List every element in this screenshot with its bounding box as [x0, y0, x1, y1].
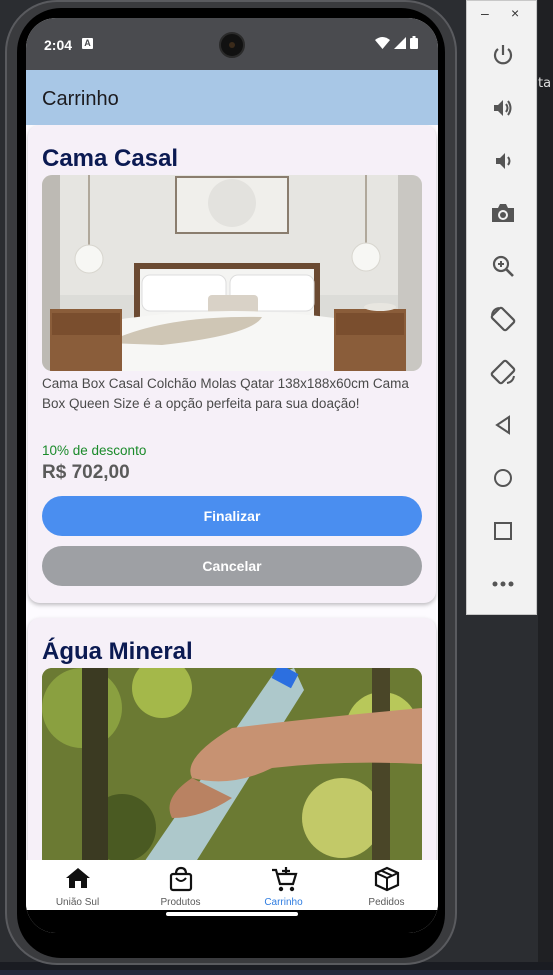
water-bottle-image — [42, 668, 422, 860]
nav-label: União Sul — [55, 897, 100, 908]
status-bar: 2:04 A — [26, 18, 438, 70]
camera-icon — [492, 204, 514, 222]
home-circle-icon — [494, 469, 512, 487]
wifi-icon — [375, 36, 390, 49]
app-bar: Carrinho — [26, 70, 438, 125]
cart-item-card: Água Mineral — [28, 618, 436, 860]
background-text-snippet: ta — [538, 76, 552, 91]
power-icon — [493, 45, 513, 65]
product-photo-bedroom — [42, 175, 422, 371]
back-button[interactable] — [489, 411, 517, 439]
notification-a-icon: A — [82, 38, 93, 49]
back-icon — [495, 415, 510, 435]
overview-button[interactable] — [489, 517, 517, 545]
rotate-right-button[interactable] — [489, 358, 517, 386]
status-icons — [375, 36, 418, 49]
zoom-icon — [492, 255, 514, 277]
nav-label: Pedidos — [368, 897, 405, 908]
cart-list[interactable]: Cama Casal Cama Box Casal Colchão Molas … — [26, 125, 438, 860]
volume-down-button[interactable] — [489, 147, 517, 175]
product-price: R$ 702,00 — [42, 462, 130, 483]
battery-icon — [410, 36, 418, 49]
volume-up-icon — [494, 100, 512, 116]
close-button[interactable]: × — [511, 5, 519, 21]
nav-label: Produtos — [160, 897, 201, 908]
page-title: Carrinho — [42, 88, 119, 110]
rotate-left-icon — [490, 306, 516, 332]
nav-item-uniao-sul[interactable]: União Sul — [26, 860, 129, 910]
volume-down-icon — [496, 153, 511, 169]
product-name: Cama Casal — [42, 145, 179, 172]
bottom-navigation: União Sul Produtos Carrinho Pedidos — [26, 860, 438, 910]
rotate-right-icon — [490, 359, 516, 385]
zoom-button[interactable] — [489, 252, 517, 280]
rotate-left-button[interactable] — [489, 305, 517, 333]
shopping-bag-icon — [169, 866, 192, 892]
background-window-strip: ta — [538, 0, 553, 975]
overview-icon — [494, 522, 512, 540]
front-camera — [219, 32, 245, 58]
home-button[interactable] — [489, 464, 517, 492]
minimize-button[interactable]: – — [481, 5, 489, 21]
phone-screen: 2:04 A Carrinho Cama Casal Cama Box Casa… — [26, 18, 438, 933]
gesture-bar-area — [26, 910, 438, 933]
bedroom-image — [42, 175, 422, 371]
emulator-toolbar: – × — [466, 0, 537, 615]
status-time: 2:04 — [44, 37, 73, 53]
product-photo-water — [42, 668, 422, 860]
product-description: Cama Box Casal Colchão Molas Qatar 138x1… — [42, 376, 409, 411]
nav-item-carrinho[interactable]: Carrinho — [232, 860, 335, 910]
more-button[interactable] — [489, 570, 517, 598]
more-icon — [492, 581, 514, 587]
finalize-button[interactable]: Finalizar — [42, 496, 422, 536]
nav-item-produtos[interactable]: Produtos — [129, 860, 232, 910]
desktop-stage: ta 2:04 A Carrinho Cama Casal Cama Box C… — [0, 0, 553, 975]
cell-signal-icon — [394, 36, 406, 49]
cancel-button[interactable]: Cancelar — [42, 546, 422, 586]
cart-item-card: Cama Casal Cama Box Casal Colchão Molas … — [28, 125, 436, 603]
discount-label: 10% de desconto — [42, 443, 147, 458]
gesture-handle[interactable] — [166, 912, 298, 916]
screenshot-button[interactable] — [489, 199, 517, 227]
nav-item-pedidos[interactable]: Pedidos — [335, 860, 438, 910]
volume-up-button[interactable] — [489, 94, 517, 122]
product-name: Água Mineral — [42, 638, 193, 665]
power-button[interactable] — [489, 41, 517, 69]
nav-label: Carrinho — [264, 897, 303, 908]
package-icon — [374, 866, 399, 892]
home-icon — [65, 868, 90, 888]
cart-add-icon — [271, 867, 297, 892]
